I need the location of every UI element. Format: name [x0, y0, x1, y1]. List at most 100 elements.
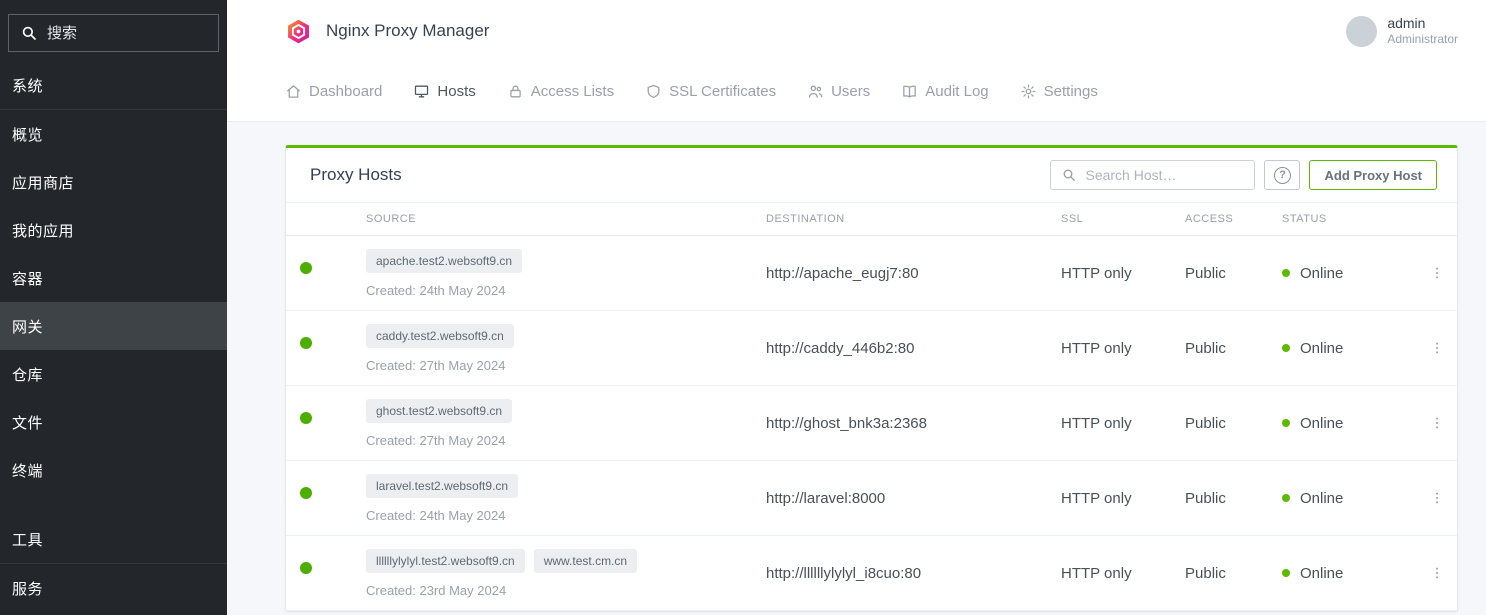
row-actions-menu[interactable]: [1425, 340, 1449, 356]
main-nav: Dashboard Hosts Access Lists: [227, 62, 1486, 122]
search-icon: [1061, 167, 1077, 183]
lock-icon: [507, 83, 524, 100]
kebab-menu-icon: [1429, 490, 1445, 506]
destination: http://laravel:8000: [766, 490, 1061, 507]
host-search-input[interactable]: [1085, 167, 1244, 183]
tab-label: Hosts: [437, 83, 475, 100]
tab-ssl-certificates[interactable]: SSL Certificates: [645, 83, 776, 100]
user-menu[interactable]: admin Administrator: [1346, 15, 1458, 48]
status-dot-icon: [1282, 419, 1290, 427]
app-header: Nginx Proxy Manager admin Administrator: [227, 0, 1486, 62]
sidebar-item-containers[interactable]: 容器: [0, 254, 227, 302]
sidebar-item-terminal[interactable]: 终端: [0, 446, 227, 494]
sidebar-item-my-apps[interactable]: 我的应用: [0, 206, 227, 254]
access-value: Public: [1185, 565, 1282, 582]
help-button[interactable]: ?: [1264, 160, 1300, 190]
column-destination: DESTINATION: [766, 213, 1061, 225]
sidebar-item-files[interactable]: 文件: [0, 398, 227, 446]
tab-label: Settings: [1044, 83, 1098, 100]
sidebar-item-services[interactable]: 服务: [0, 564, 227, 612]
access-value: Public: [1185, 265, 1282, 282]
sidebar-item-system[interactable]: 系统: [0, 62, 227, 110]
table-row[interactable]: llllllylylyl.test2.websoft9.cn www.test.…: [286, 536, 1457, 611]
tab-access-lists[interactable]: Access Lists: [507, 83, 614, 100]
online-dot-icon: [300, 262, 312, 274]
proxy-hosts-card: Proxy Hosts ? Add Proxy Host: [285, 145, 1458, 612]
kebab-menu-icon: [1429, 265, 1445, 281]
access-value: Public: [1185, 340, 1282, 357]
table-row[interactable]: caddy.test2.websoft9.cn Created: 27th Ma…: [286, 311, 1457, 386]
column-ssl: SSL: [1061, 213, 1185, 225]
column-source: SOURCE: [366, 213, 766, 225]
status-dot-icon: [1282, 269, 1290, 277]
source-host-badge[interactable]: llllllylylyl.test2.websoft9.cn: [366, 549, 525, 573]
destination: http://ghost_bnk3a:2368: [766, 415, 1061, 432]
users-icon: [807, 83, 824, 100]
add-proxy-host-button[interactable]: Add Proxy Host: [1309, 160, 1437, 190]
table-row[interactable]: laravel.test2.websoft9.cn Created: 24th …: [286, 461, 1457, 536]
sidebar-item-tools[interactable]: 工具: [0, 516, 227, 564]
source-host-badge[interactable]: www.test.cm.cn: [534, 549, 637, 573]
ssl-value: HTTP only: [1061, 340, 1185, 357]
card-tools: ? Add Proxy Host: [1050, 160, 1437, 190]
table-header: SOURCE DESTINATION SSL ACCESS STATUS: [286, 203, 1457, 236]
sidebar-search-input[interactable]: [47, 25, 207, 42]
main-area: Nginx Proxy Manager admin Administrator …: [227, 0, 1486, 615]
page-title: Proxy Hosts: [310, 165, 402, 185]
shield-icon: [645, 83, 662, 100]
book-icon: [901, 83, 918, 100]
row-actions-menu[interactable]: [1425, 565, 1449, 581]
source-host-badge[interactable]: apache.test2.websoft9.cn: [366, 249, 522, 273]
sidebar-search-box[interactable]: [8, 14, 219, 52]
ssl-value: HTTP only: [1061, 565, 1185, 582]
question-circle-icon: ?: [1274, 167, 1291, 184]
sidebar-item-gateway[interactable]: 网关: [0, 302, 227, 350]
column-access: ACCESS: [1185, 213, 1282, 225]
row-actions-menu[interactable]: [1425, 415, 1449, 431]
tab-hosts[interactable]: Hosts: [413, 83, 475, 100]
ssl-value: HTTP only: [1061, 415, 1185, 432]
table-row[interactable]: ghost.test2.websoft9.cn Created: 27th Ma…: [286, 386, 1457, 461]
table-row[interactable]: apache.test2.websoft9.cn Created: 24th M…: [286, 236, 1457, 311]
tab-users[interactable]: Users: [807, 83, 870, 100]
online-dot-icon: [300, 562, 312, 574]
tab-audit-log[interactable]: Audit Log: [901, 83, 988, 100]
nginx-proxy-manager-logo-icon: [285, 18, 312, 45]
host-search-box[interactable]: [1050, 160, 1255, 190]
row-actions-menu[interactable]: [1425, 265, 1449, 281]
tab-label: Dashboard: [309, 83, 382, 100]
monitor-icon: [413, 83, 430, 100]
destination: http://caddy_446b2:80: [766, 340, 1061, 357]
kebab-menu-icon: [1429, 340, 1445, 356]
sidebar-item-repository[interactable]: 仓库: [0, 350, 227, 398]
source-host-badge[interactable]: laravel.test2.websoft9.cn: [366, 474, 518, 498]
destination: http://apache_eugj7:80: [766, 265, 1061, 282]
status-label: Online: [1300, 415, 1343, 432]
sidebar: 系统 概览 应用商店 我的应用 容器 网关 仓库 文件 终端 工具 服务: [0, 0, 227, 615]
created-date: Created: 24th May 2024: [366, 508, 766, 523]
tab-settings[interactable]: Settings: [1020, 83, 1098, 100]
status-dot-icon: [1282, 569, 1290, 577]
sidebar-menu: 系统 概览 应用商店 我的应用 容器 网关 仓库 文件 终端 工具 服务: [0, 62, 227, 612]
content-area: Proxy Hosts ? Add Proxy Host: [227, 122, 1486, 612]
created-date: Created: 23rd May 2024: [366, 583, 766, 598]
tab-label: Audit Log: [925, 83, 988, 100]
sidebar-item-app-store[interactable]: 应用商店: [0, 158, 227, 206]
online-dot-icon: [300, 412, 312, 424]
user-name: admin: [1387, 15, 1458, 33]
sidebar-item-overview[interactable]: 概览: [0, 110, 227, 158]
status-label: Online: [1300, 340, 1343, 357]
source-host-badge[interactable]: caddy.test2.websoft9.cn: [366, 324, 514, 348]
created-date: Created: 27th May 2024: [366, 433, 766, 448]
status-label: Online: [1300, 565, 1343, 582]
gear-icon: [1020, 83, 1037, 100]
online-dot-icon: [300, 487, 312, 499]
tab-label: Access Lists: [531, 83, 614, 100]
row-actions-menu[interactable]: [1425, 490, 1449, 506]
tab-dashboard[interactable]: Dashboard: [285, 83, 382, 100]
source-host-badge[interactable]: ghost.test2.websoft9.cn: [366, 399, 512, 423]
user-role: Administrator: [1387, 32, 1458, 47]
kebab-menu-icon: [1429, 415, 1445, 431]
tab-label: Users: [831, 83, 870, 100]
access-value: Public: [1185, 490, 1282, 507]
